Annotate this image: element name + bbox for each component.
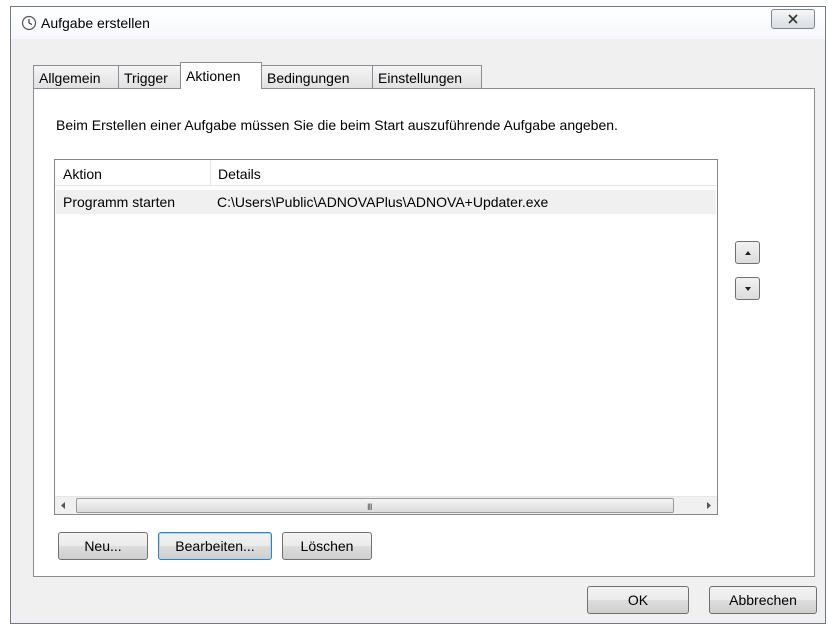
tab-bedingungen[interactable]: Bedingungen <box>261 65 373 88</box>
tab-einstellungen[interactable]: Einstellungen <box>372 65 482 88</box>
arrow-up-icon <box>745 251 751 255</box>
close-icon <box>788 14 798 24</box>
move-up-button[interactable] <box>735 241 760 264</box>
edit-action-button[interactable]: Bearbeiten... <box>158 532 272 560</box>
arrow-down-icon <box>745 287 751 291</box>
tab-aktionen[interactable]: Aktionen <box>180 62 262 89</box>
column-header-details[interactable]: Details <box>210 160 715 185</box>
tab-allgemein[interactable]: Allgemein <box>33 65 119 88</box>
scroll-right-button[interactable] <box>700 497 717 514</box>
arrow-right-icon <box>707 502 711 509</box>
cell-action: Programm starten <box>63 194 176 210</box>
new-action-button[interactable]: Neu... <box>58 532 148 560</box>
instruction-text: Beim Erstellen einer Aufgabe müssen Sie … <box>56 117 618 133</box>
ok-button[interactable]: OK <box>587 586 689 614</box>
scroll-left-button[interactable] <box>55 497 72 514</box>
arrow-left-icon <box>61 502 65 509</box>
actions-list[interactable]: Aktion Details Programm starten C:\Users… <box>54 159 718 515</box>
scrollbar-thumb[interactable]: III <box>76 498 674 513</box>
tab-panel-aktionen: Beim Erstellen einer Aufgabe müssen Sie … <box>33 88 815 577</box>
move-down-button[interactable] <box>735 277 760 300</box>
table-row[interactable]: Programm starten C:\Users\Public\ADNOVAP… <box>56 190 716 214</box>
cell-details: C:\Users\Public\ADNOVAPlus\ADNOVA+Update… <box>217 194 549 210</box>
title-bar: Aufgabe erstellen <box>11 7 825 39</box>
close-button[interactable] <box>771 9 815 29</box>
window-title: Aufgabe erstellen <box>41 15 150 31</box>
dialog-window: Aufgabe erstellen Allgemein Trigger Akti… <box>10 6 826 624</box>
cancel-button[interactable]: Abbrechen <box>709 586 817 614</box>
clock-icon <box>21 15 37 31</box>
delete-action-button[interactable]: Löschen <box>282 532 372 560</box>
list-header: Aktion Details <box>55 160 717 186</box>
scrollbar-grip: III <box>367 502 372 512</box>
horizontal-scrollbar[interactable]: III <box>55 496 717 514</box>
tab-trigger[interactable]: Trigger <box>118 65 181 88</box>
column-header-aktion[interactable]: Aktion <box>55 160 210 185</box>
